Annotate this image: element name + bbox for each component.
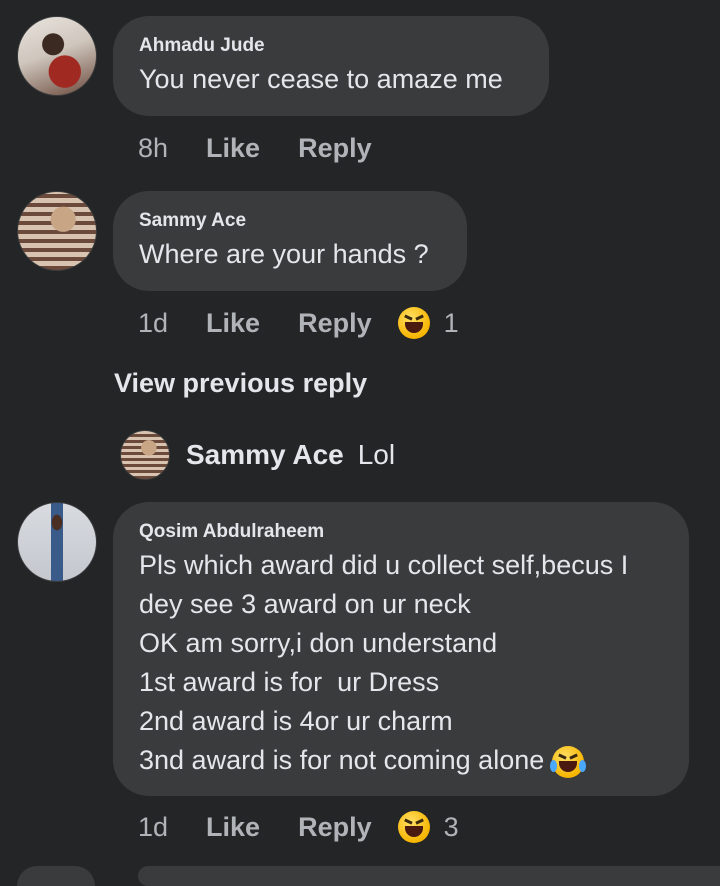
next-comment-bubble — [138, 866, 720, 886]
avatar-next-comment[interactable] — [17, 866, 95, 886]
like-button[interactable]: Like — [206, 308, 260, 339]
avatar-ahmadu-jude[interactable] — [17, 16, 97, 96]
avatar-qosim-abdulraheem[interactable] — [17, 502, 97, 582]
comment-timestamp[interactable]: 1d — [138, 308, 168, 339]
comment-line: 2nd award is 4or ur charm — [139, 706, 453, 736]
comment-author[interactable]: Qosim Abdulraheem — [139, 520, 663, 544]
comment-author[interactable]: Ahmadu Jude — [139, 34, 523, 58]
comment-line: You never cease to amaze me — [139, 64, 503, 94]
reaction-summary[interactable]: 3 — [397, 811, 459, 843]
comment-actions: 1d Like Reply 1 — [138, 303, 459, 343]
comment-text: Pls which award did u collect self,becus… — [139, 546, 663, 780]
comment-text: Where are your hands ? — [139, 235, 441, 274]
comment-text: You never cease to amaze me — [139, 60, 523, 99]
comment-actions: 1d Like Reply 3 — [138, 807, 459, 847]
reply-author[interactable]: Sammy Ace — [186, 439, 344, 471]
reaction-count: 1 — [443, 307, 459, 338]
comment-actions: 8h Like Reply — [138, 128, 372, 168]
reaction-summary[interactable]: 1 — [397, 307, 459, 339]
comment-bubble: Qosim Abdulraheem Pls which award did u … — [113, 502, 689, 796]
view-previous-reply-link[interactable]: View previous reply — [114, 368, 367, 399]
tears-of-joy-emoji-icon — [549, 745, 586, 778]
reply-button[interactable]: Reply — [298, 133, 372, 164]
comment-line: 3nd award is for not coming alone — [139, 745, 545, 775]
comment-bubble: Ahmadu Jude You never cease to amaze me — [113, 16, 549, 116]
avatar-sammy-ace[interactable] — [17, 191, 97, 271]
laughing-emoji-icon — [397, 811, 430, 843]
comment-line: Where are your hands ? — [139, 239, 429, 269]
comment-timestamp[interactable]: 1d — [138, 812, 168, 843]
comment-line-with-emoji: 3nd award is for not coming alone — [139, 741, 663, 780]
laughing-emoji-icon — [397, 307, 430, 339]
comment-author[interactable]: Sammy Ace — [139, 209, 441, 233]
collapsed-reply[interactable]: Sammy Ace Lol — [186, 439, 395, 471]
comment-line: 1st award is for ur Dress — [139, 667, 440, 697]
reply-text: Lol — [357, 439, 396, 470]
reply-button[interactable]: Reply — [298, 308, 372, 339]
like-button[interactable]: Like — [206, 812, 260, 843]
comment-bubble: Sammy Ace Where are your hands ? — [113, 191, 467, 291]
avatar-sammy-ace-small[interactable] — [120, 430, 170, 480]
reply-button[interactable]: Reply — [298, 812, 372, 843]
comment-timestamp[interactable]: 8h — [138, 133, 168, 164]
like-button[interactable]: Like — [206, 133, 260, 164]
reaction-count: 3 — [443, 811, 459, 842]
comment-line: Pls which award did u collect self,becus… — [139, 550, 629, 580]
comment-line: OK am sorry,i don understand — [139, 628, 498, 658]
comment-line: dey see 3 award on ur neck — [139, 589, 471, 619]
